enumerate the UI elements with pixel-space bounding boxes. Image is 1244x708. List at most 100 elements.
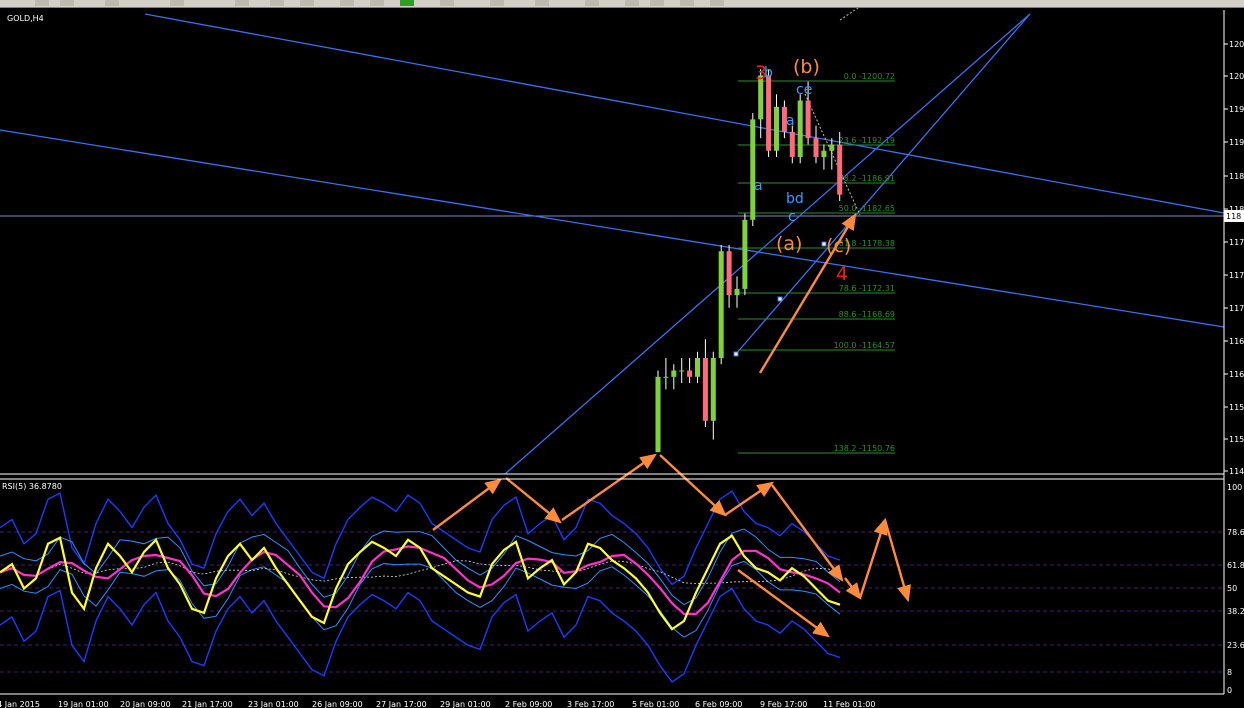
candle-body (813, 138, 819, 158)
toolbar-button[interactable] (60, 0, 74, 6)
rsi-band-lower (0, 587, 841, 683)
toolbar-button[interactable] (710, 0, 724, 6)
time-axis-label: 20 Jan 09:00 (120, 700, 171, 708)
axes: 120 120 119 119 118 118 117 117 117 116 116 115 115 1… (0, 10, 1244, 708)
candle-body (726, 251, 732, 296)
price-tick-label: 116 (1229, 370, 1244, 379)
toolbar-button[interactable] (585, 0, 599, 6)
time-axis-label: 26 Jan 09:00 (312, 700, 363, 708)
time-axis-label: 3 Feb 17:00 (567, 700, 614, 708)
fibo-level-label: 50.0 -1182.65 (839, 204, 895, 213)
candle-body (702, 357, 708, 421)
symbol-label: GOLD,H4 (7, 14, 44, 23)
arrow-annotation (432, 478, 502, 531)
candle-body (750, 119, 756, 220)
price-tick-label: 114 (1229, 467, 1244, 476)
wave-label-orange: (b) (793, 56, 820, 78)
price-marker-label: 118 (1226, 212, 1241, 221)
price-tick-label: 117 (1229, 271, 1244, 280)
fibo-level-label: 23.6 -1192.19 (839, 136, 895, 145)
price-tick-label: 115 (1229, 435, 1244, 444)
wave-label-blue: ce (796, 82, 812, 98)
rsi-tick-label: 0 (1227, 686, 1232, 695)
time-axis-label: 29 Jan 01:00 (440, 700, 491, 708)
candle-body (679, 370, 685, 372)
wave-label-blue: bd (786, 191, 804, 207)
candle-body (687, 370, 693, 377)
toolbar-button[interactable] (440, 0, 454, 6)
arrow-annotation (724, 481, 774, 516)
toolbar-button[interactable] (105, 0, 119, 6)
rsi-line (0, 534, 841, 631)
arrow-annotation (561, 453, 657, 521)
fibo-level-label: 78.6 -1172.31 (839, 284, 895, 293)
time-axis-label: 9 Feb 17:00 (760, 700, 807, 708)
candle-body (789, 131, 795, 158)
wave-label-orange: (c) (826, 235, 851, 257)
time-axis-label: 21 Jan 17:00 (182, 700, 233, 708)
fibo-diagonal (804, 93, 861, 216)
price-tick-label: 116 (1229, 337, 1244, 346)
toolbar-button[interactable] (490, 0, 504, 6)
fibo-level-label: 38.2 -1186.91 (839, 174, 895, 183)
price-tick-label: 119 (1229, 105, 1244, 114)
candle-body (734, 288, 740, 296)
toolbar-button[interactable] (170, 0, 184, 6)
toolbar-button[interactable] (535, 0, 549, 6)
toolbar-button[interactable] (340, 0, 354, 6)
time-axis-label: 6 Feb 09:00 (695, 700, 742, 708)
candle-body (718, 251, 724, 358)
toolbar-button[interactable] (400, 0, 414, 6)
rsi-series (0, 490, 841, 683)
wave-label-blue: c (788, 209, 796, 225)
time-axis-label: 23 Jan 01:00 (248, 700, 299, 708)
candle-body (797, 100, 803, 158)
toolbar-button[interactable] (680, 0, 694, 6)
toolbar-button[interactable] (625, 0, 639, 6)
toolbar-button[interactable] (235, 0, 249, 6)
candle-body (821, 150, 827, 158)
candle-body (663, 376, 669, 378)
time-axis-label: 14 Jan 2015 (0, 700, 40, 708)
wave-label-orange: (a) (776, 233, 802, 255)
channel-line-2 (734, 13, 1031, 356)
arrow-annotation (505, 477, 562, 524)
toolbar-button[interactable] (650, 0, 664, 6)
candle-body (805, 100, 811, 139)
trend-lines[interactable] (0, 13, 1225, 475)
fibo-level-label: 0.0 -1200.72 (844, 72, 895, 81)
wave-label-blue: a (786, 113, 795, 129)
candle-body (710, 357, 716, 421)
chart-canvas[interactable]: 0.0 -1200.72 23.6 -1192.19 38.2 -1186.91 50… (0, 0, 1244, 708)
toolbar-button[interactable] (370, 0, 384, 6)
fibo-level-label: 138.2 -1150.76 (834, 444, 895, 453)
rsi-band-mid-lower (0, 560, 841, 638)
toolbar-button[interactable] (270, 0, 284, 6)
candle-body (829, 144, 835, 151)
candle-body (766, 75, 772, 151)
price-tick-label: 119 (1229, 138, 1244, 147)
trend-line-lower (0, 129, 1225, 328)
rsi-tick-label: 50 (1227, 584, 1237, 593)
price-tick-label: 120 (1229, 72, 1244, 81)
candle-body (671, 370, 677, 377)
candle-body (742, 219, 748, 289)
rsi-tick-label: 78.6 (1227, 528, 1244, 537)
toolbar-button[interactable] (35, 0, 49, 6)
indicator-label: RSI(5) 36.8780 (2, 482, 62, 491)
price-tick-label: 117 (1229, 304, 1244, 313)
rsi-tick-label: 8 (1227, 668, 1232, 677)
price-tick-label: 118 (1229, 172, 1244, 181)
trend-line-upper (144, 13, 1225, 214)
fibo-level-label: 100.0 -1164.57 (834, 341, 895, 350)
rsi-tick-label: 61.8 (1227, 561, 1244, 570)
toolbar-button[interactable] (300, 0, 314, 6)
price-tick-label: 115 (1229, 403, 1244, 412)
arrow-annotation (737, 569, 830, 638)
time-axis-label: 2 Feb 09:00 (505, 700, 552, 708)
arrow-annotation (659, 454, 727, 517)
rsi-tick-label: 100 (1227, 483, 1242, 492)
wave-label-red: 4 (836, 263, 848, 285)
candle-body (837, 144, 843, 195)
wave-label-red: 3 (755, 62, 767, 84)
